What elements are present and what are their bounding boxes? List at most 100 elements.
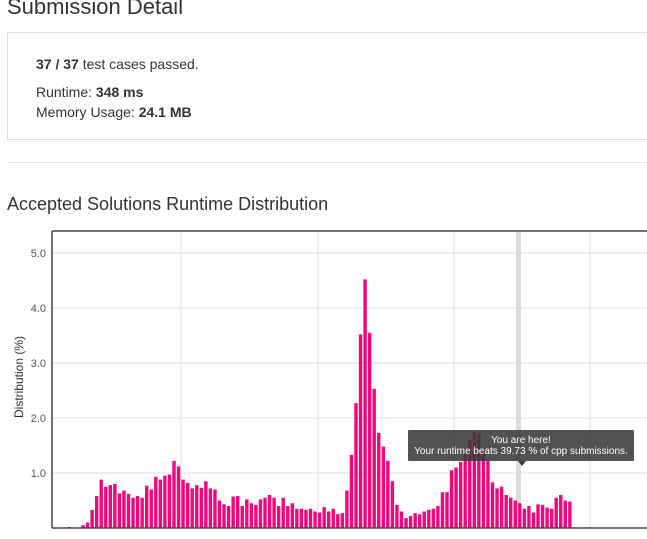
distribution-bar[interactable] (386, 460, 390, 528)
distribution-bar[interactable] (131, 497, 135, 528)
distribution-bar[interactable] (254, 504, 258, 528)
distribution-bar[interactable] (395, 504, 399, 528)
distribution-bar[interactable] (185, 482, 190, 528)
distribution-bar[interactable] (308, 508, 313, 528)
distribution-bar[interactable] (117, 493, 122, 528)
distribution-bar[interactable] (436, 506, 440, 528)
distribution-bar[interactable] (449, 470, 454, 528)
distribution-bar[interactable] (349, 454, 354, 528)
distribution-bar[interactable] (331, 508, 335, 528)
distribution-bar[interactable] (236, 496, 240, 528)
distribution-bar[interactable] (404, 518, 408, 528)
distribution-bar[interactable] (513, 500, 517, 529)
distribution-bar[interactable] (122, 490, 126, 528)
distribution-bar[interactable] (295, 508, 299, 528)
distribution-bar[interactable] (340, 513, 345, 528)
distribution-bar[interactable] (304, 509, 308, 528)
distribution-bar[interactable] (372, 388, 376, 528)
distribution-bar[interactable] (399, 511, 404, 529)
distribution-bar[interactable] (181, 479, 185, 528)
distribution-bar[interactable] (545, 507, 549, 528)
distribution-bar[interactable] (431, 508, 436, 528)
distribution-bar[interactable] (172, 460, 176, 528)
distribution-bar[interactable] (140, 497, 144, 528)
distribution-bar[interactable] (154, 476, 158, 528)
distribution-bar[interactable] (445, 492, 449, 528)
distribution-bar[interactable] (263, 497, 267, 528)
distribution-bar[interactable] (199, 487, 203, 528)
distribution-bar[interactable] (149, 489, 153, 529)
distribution-bar[interactable] (554, 497, 558, 528)
distribution-bar[interactable] (226, 506, 231, 528)
distribution-bar[interactable] (345, 490, 349, 528)
distribution-bar[interactable] (563, 500, 567, 529)
distribution-bar[interactable] (536, 504, 540, 528)
distribution-bar[interactable] (104, 486, 108, 528)
distribution-bar[interactable] (190, 488, 194, 528)
distribution-bar[interactable] (272, 497, 276, 528)
distribution-bar[interactable] (317, 512, 322, 528)
distribution-bar[interactable] (126, 493, 131, 528)
distribution-bar[interactable] (158, 479, 163, 528)
distribution-bar[interactable] (163, 475, 167, 528)
distribution-bar[interactable] (208, 488, 213, 528)
distribution-bar[interactable] (240, 506, 244, 528)
distribution-bar[interactable] (276, 506, 281, 528)
distribution-bar[interactable] (217, 500, 222, 529)
distribution-bar[interactable] (113, 484, 117, 528)
distribution-bar[interactable] (531, 512, 536, 528)
distribution-bar[interactable] (213, 489, 217, 529)
distribution-bar[interactable] (504, 495, 508, 528)
distribution-bar[interactable] (418, 514, 422, 528)
distribution-bar[interactable] (486, 460, 490, 528)
distribution-bar[interactable] (454, 467, 458, 529)
distribution-bar[interactable] (568, 501, 572, 528)
distribution-bar[interactable] (336, 514, 340, 528)
distribution-bar[interactable] (167, 474, 172, 528)
distribution-bar[interactable] (440, 492, 445, 528)
distribution-bar[interactable] (99, 479, 103, 528)
distribution-bar[interactable] (267, 495, 272, 528)
distribution-bar[interactable] (299, 508, 304, 528)
distribution-bar[interactable] (559, 495, 563, 528)
distribution-bar[interactable] (540, 504, 545, 528)
distribution-bar[interactable] (377, 432, 381, 528)
distribution-bar[interactable] (231, 496, 235, 528)
distribution-bar[interactable] (413, 513, 417, 528)
distribution-bar[interactable] (390, 481, 395, 528)
distribution-bar[interactable] (313, 511, 317, 529)
distribution-bar[interactable] (322, 507, 326, 528)
distribution-bar[interactable] (135, 496, 140, 528)
distribution-bar[interactable] (363, 279, 367, 528)
distribution-bar[interactable] (258, 499, 263, 528)
distribution-bar[interactable] (85, 522, 90, 529)
distribution-bar[interactable] (518, 503, 522, 528)
distribution-bar[interactable] (427, 509, 431, 528)
distribution-bar[interactable] (108, 485, 112, 528)
distribution-bar[interactable] (245, 499, 249, 528)
distribution-bar[interactable] (94, 496, 99, 528)
distribution-bar[interactable] (354, 403, 358, 528)
distribution-bar[interactable] (527, 506, 531, 528)
distribution-bar[interactable] (90, 509, 94, 528)
distribution-bar[interactable] (522, 508, 527, 528)
distribution-bar[interactable] (499, 486, 504, 528)
distribution-bar[interactable] (381, 446, 385, 528)
distribution-bar[interactable] (367, 332, 372, 528)
distribution-bar[interactable] (286, 506, 290, 528)
distribution-bar[interactable] (463, 451, 467, 528)
distribution-bar[interactable] (281, 497, 285, 528)
distribution-bar[interactable] (509, 497, 513, 528)
distribution-bar[interactable] (358, 334, 363, 528)
distribution-bar[interactable] (176, 466, 181, 528)
distribution-bar[interactable] (327, 511, 331, 529)
distribution-bar[interactable] (222, 504, 226, 528)
distribution-bar[interactable] (195, 485, 199, 528)
distribution-bar[interactable] (290, 503, 294, 528)
distribution-bar[interactable] (408, 515, 413, 528)
runtime-distribution-chart[interactable]: 5.0 4.0 3.0 2.0 1.0 Distribution (%) You are… (0, 225, 647, 539)
distribution-bar[interactable] (145, 485, 149, 528)
distribution-bar[interactable] (458, 462, 463, 528)
distribution-bar[interactable] (249, 503, 254, 528)
distribution-bar[interactable] (495, 488, 499, 528)
